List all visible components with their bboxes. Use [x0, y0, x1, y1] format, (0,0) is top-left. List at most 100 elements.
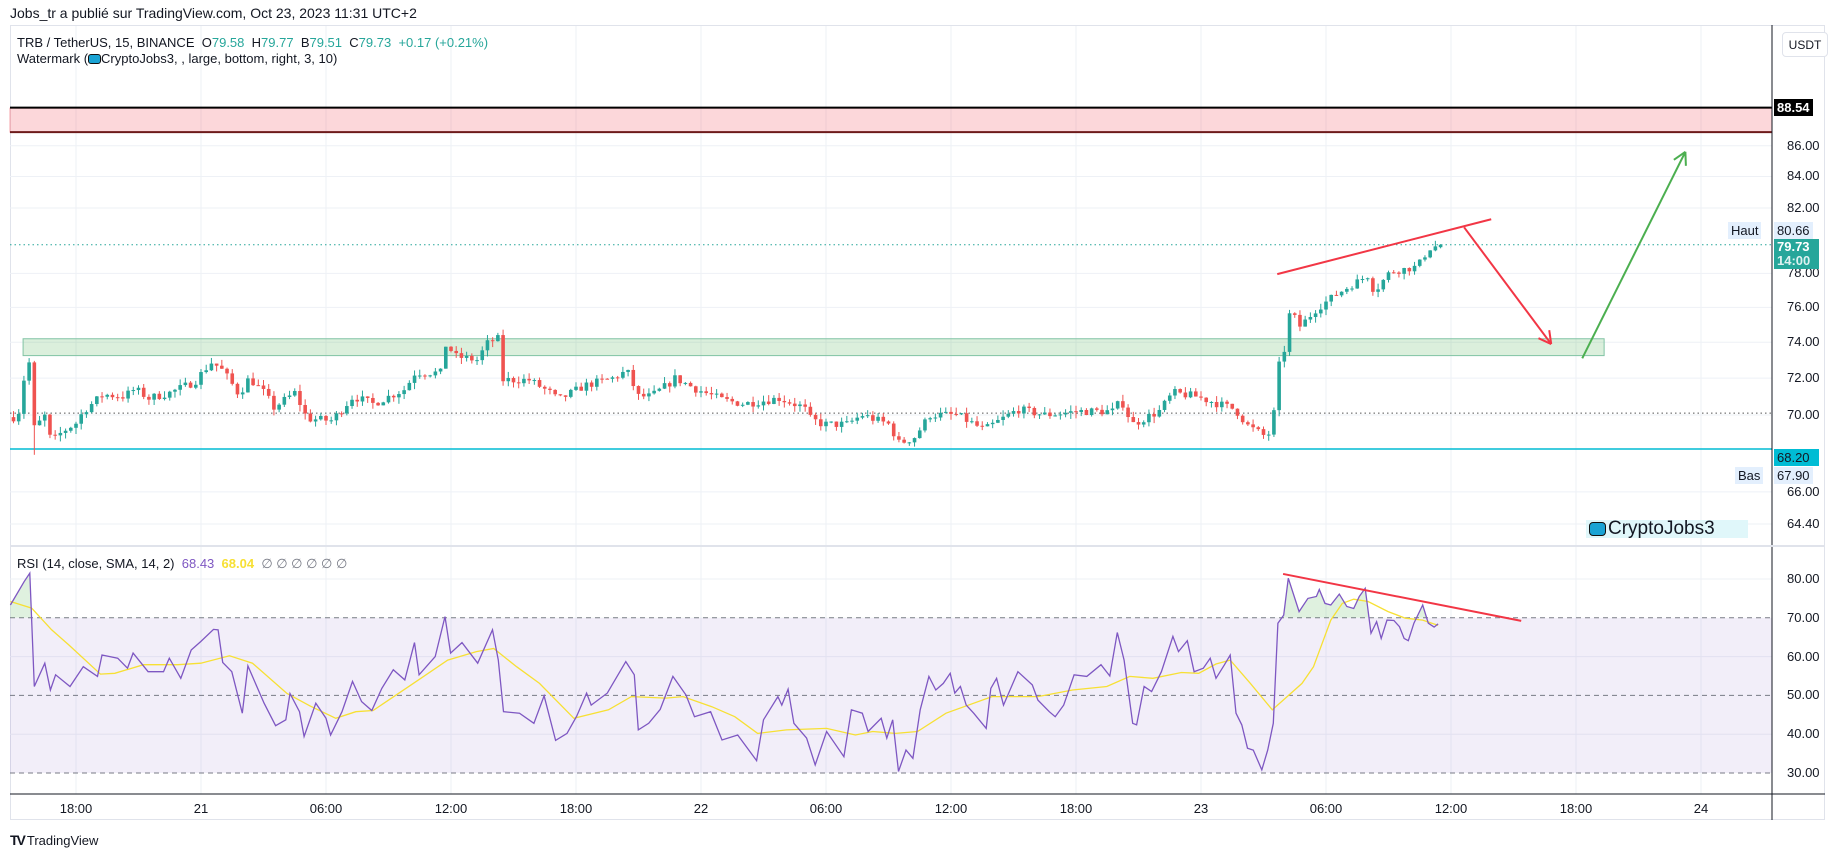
candle-body [667, 383, 672, 387]
candle-body [1355, 279, 1360, 289]
candle-body [1423, 257, 1427, 260]
open-value: 79.58 [211, 35, 245, 50]
candle-body [1214, 401, 1219, 408]
candle-body [871, 415, 875, 421]
candle-body [1345, 288, 1349, 292]
candle-body [923, 419, 927, 431]
candle-body [371, 397, 375, 403]
candle-body [954, 413, 959, 415]
candle-body [1240, 415, 1245, 423]
candle-body [339, 413, 344, 415]
candle-body [501, 335, 505, 382]
candle-body [1204, 397, 1209, 403]
watermark-legend-args: CryptoJobs3, , large, bottom, right, 3, … [101, 51, 338, 66]
candle-body [865, 415, 870, 417]
chart-canvas[interactable] [0, 0, 1835, 857]
candle-body [928, 418, 932, 420]
candle-body [1397, 272, 1401, 274]
candle-body [1110, 408, 1115, 411]
candle-body [1162, 400, 1167, 410]
candle-body [881, 416, 886, 422]
footer-text: TradingView [26, 832, 99, 848]
candle-body [1199, 396, 1203, 398]
candle-body [777, 397, 781, 401]
candle-body [381, 402, 386, 406]
rising-trendline [1277, 218, 1492, 276]
candle-body [1100, 409, 1104, 415]
candle-body [256, 385, 261, 387]
candle-body [365, 396, 370, 398]
candle-body [553, 389, 557, 395]
rsi-title: RSI (14, close, SMA, 14, 2) [17, 556, 175, 571]
candle-body [522, 378, 526, 384]
time-tick-label: 21 [193, 801, 209, 816]
candle-body [1376, 289, 1380, 292]
candle-body [824, 421, 828, 427]
candle-body [1115, 401, 1120, 409]
candle-body [1313, 313, 1318, 317]
candle-body [730, 398, 735, 402]
candle-body [42, 414, 47, 421]
footer-logo[interactable]: TV TradingView [10, 832, 98, 848]
candle-body [980, 425, 985, 427]
bar-countdown: 14:00 [1777, 253, 1811, 268]
candle-body [699, 391, 703, 393]
candle-body [1084, 409, 1089, 415]
candle-body [1246, 422, 1250, 425]
candle-body [782, 400, 787, 403]
candle-body [105, 394, 110, 397]
candle-body [740, 404, 745, 406]
candle-body [839, 421, 844, 427]
candle-body [1121, 401, 1125, 408]
candle-body [220, 365, 224, 369]
candle-body [1261, 429, 1266, 435]
candle-body [490, 340, 495, 342]
candle-body [266, 388, 271, 396]
rsi-tick-label: 40.00 [1787, 726, 1820, 742]
candle-body [537, 380, 542, 387]
candle-body [131, 390, 136, 392]
candle-body [324, 415, 328, 421]
candle-body [714, 393, 719, 395]
candle-body [1147, 413, 1151, 423]
candle-body [860, 416, 865, 418]
candle-body [897, 436, 901, 440]
candle-body [110, 394, 115, 398]
watermark-legend[interactable]: Watermark (CryptoJobs3, , large, bottom,… [17, 51, 337, 66]
candle-body [89, 404, 94, 413]
candle-body [470, 355, 474, 361]
symbol-name[interactable]: TRB / TetherUS, 15, BINANCE [17, 35, 195, 50]
candle-body [943, 411, 948, 413]
candle-body [532, 380, 537, 382]
price-tick-label: 82.00 [1787, 200, 1820, 215]
candle-body [527, 378, 531, 381]
candle-body [1417, 259, 1422, 266]
open-label: O [201, 35, 212, 50]
currency-button[interactable]: USDT [1782, 32, 1828, 57]
candle-body [600, 378, 604, 380]
candle-body [595, 378, 599, 387]
watermark: CryptoJobs3 [1586, 519, 1748, 538]
whale-icon [88, 54, 102, 64]
candle-body [58, 432, 63, 436]
candle-body [235, 383, 240, 395]
candle-body [1334, 294, 1339, 296]
candle-body [949, 411, 953, 414]
time-tick-label: 12:00 [434, 801, 468, 816]
rsi-legend[interactable]: RSI (14, close, SMA, 14, 2) 68.43 68.04 … [17, 556, 347, 572]
candle-body [1079, 409, 1084, 412]
candle-body [704, 391, 709, 394]
candle-body [678, 375, 682, 384]
candle-body [621, 371, 625, 378]
time-tick-label: 18:00 [559, 801, 593, 816]
candle-body [1220, 401, 1224, 408]
candle-body [996, 419, 1000, 423]
candle-body [464, 355, 469, 358]
candle-body [1235, 408, 1240, 416]
candle-body [282, 396, 287, 405]
candle-body [188, 382, 193, 388]
candle-body [292, 391, 297, 396]
candle-body [964, 413, 969, 422]
price-tick-label: 76.00 [1787, 299, 1820, 315]
candle-body [141, 387, 146, 397]
